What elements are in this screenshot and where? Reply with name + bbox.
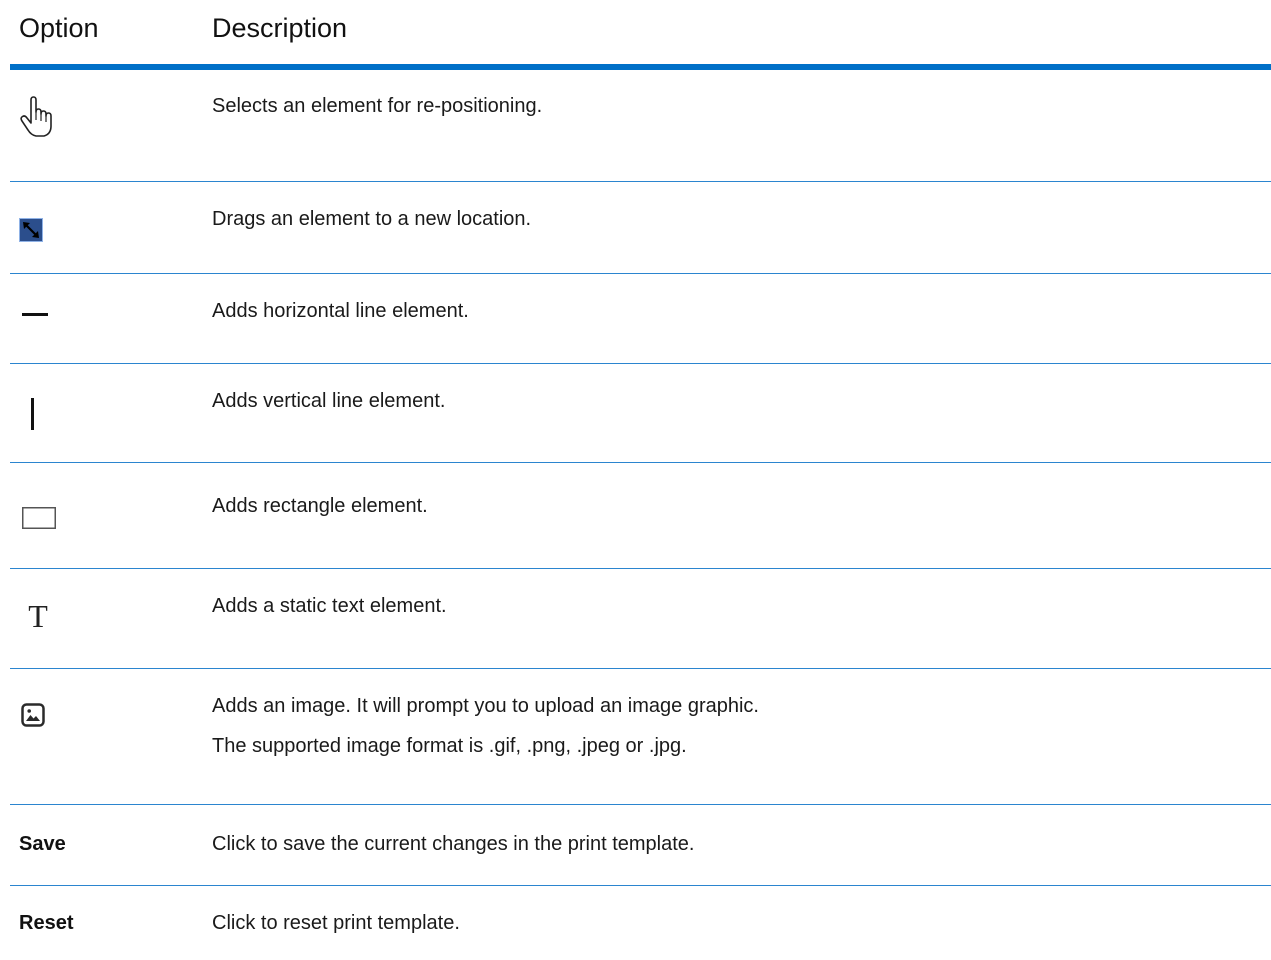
options-table: Option Description Selects an element fo… — [10, 0, 1271, 960]
hand-pointer-icon[interactable] — [18, 95, 58, 139]
row-description-group: Adds an image. It will prompt you to upl… — [212, 693, 759, 759]
table-header: Option Description — [10, 0, 1271, 70]
table-row: Adds rectangle element. — [10, 463, 1271, 569]
table-row: Reset Click to reset print template. — [10, 886, 1271, 960]
text-t-icon[interactable]: T — [26, 601, 50, 631]
table-row: Adds horizontal line element. — [10, 274, 1271, 364]
reset-button[interactable]: Reset — [19, 910, 73, 936]
row-description-secondary: The supported image format is .gif, .png… — [212, 735, 687, 757]
row-description: Adds horizontal line element. — [212, 300, 469, 322]
table-row: Adds vertical line element. — [10, 364, 1271, 463]
row-description: Click to save the current changes in the… — [212, 833, 695, 855]
row-description: Selects an element for re-positioning. — [212, 95, 543, 117]
table-row: T Adds a static text element. — [10, 569, 1271, 669]
drag-arrows-icon[interactable] — [19, 218, 43, 242]
svg-text:T: T — [28, 601, 48, 631]
vertical-line-icon[interactable] — [31, 398, 35, 430]
table-row: Adds an image. It will prompt you to upl… — [10, 669, 1271, 805]
row-description: Adds an image. It will prompt you to upl… — [212, 695, 759, 717]
header-option: Option — [19, 13, 99, 43]
row-description: Adds a static text element. — [212, 595, 447, 617]
horizontal-line-icon[interactable] — [22, 312, 48, 318]
row-description: Adds vertical line element. — [212, 390, 446, 412]
save-button[interactable]: Save — [19, 831, 66, 857]
table-row: Drags an element to a new location. — [10, 182, 1271, 274]
row-description: Drags an element to a new location. — [212, 208, 532, 230]
row-description: Click to reset print template. — [212, 912, 460, 934]
table-row: Save Click to save the current changes i… — [10, 805, 1271, 886]
table-row: Selects an element for re-positioning. — [10, 70, 1271, 182]
header-description: Description — [212, 13, 348, 43]
row-description: Adds rectangle element. — [212, 495, 428, 517]
rectangle-icon[interactable] — [22, 507, 56, 529]
image-icon[interactable] — [21, 703, 45, 727]
